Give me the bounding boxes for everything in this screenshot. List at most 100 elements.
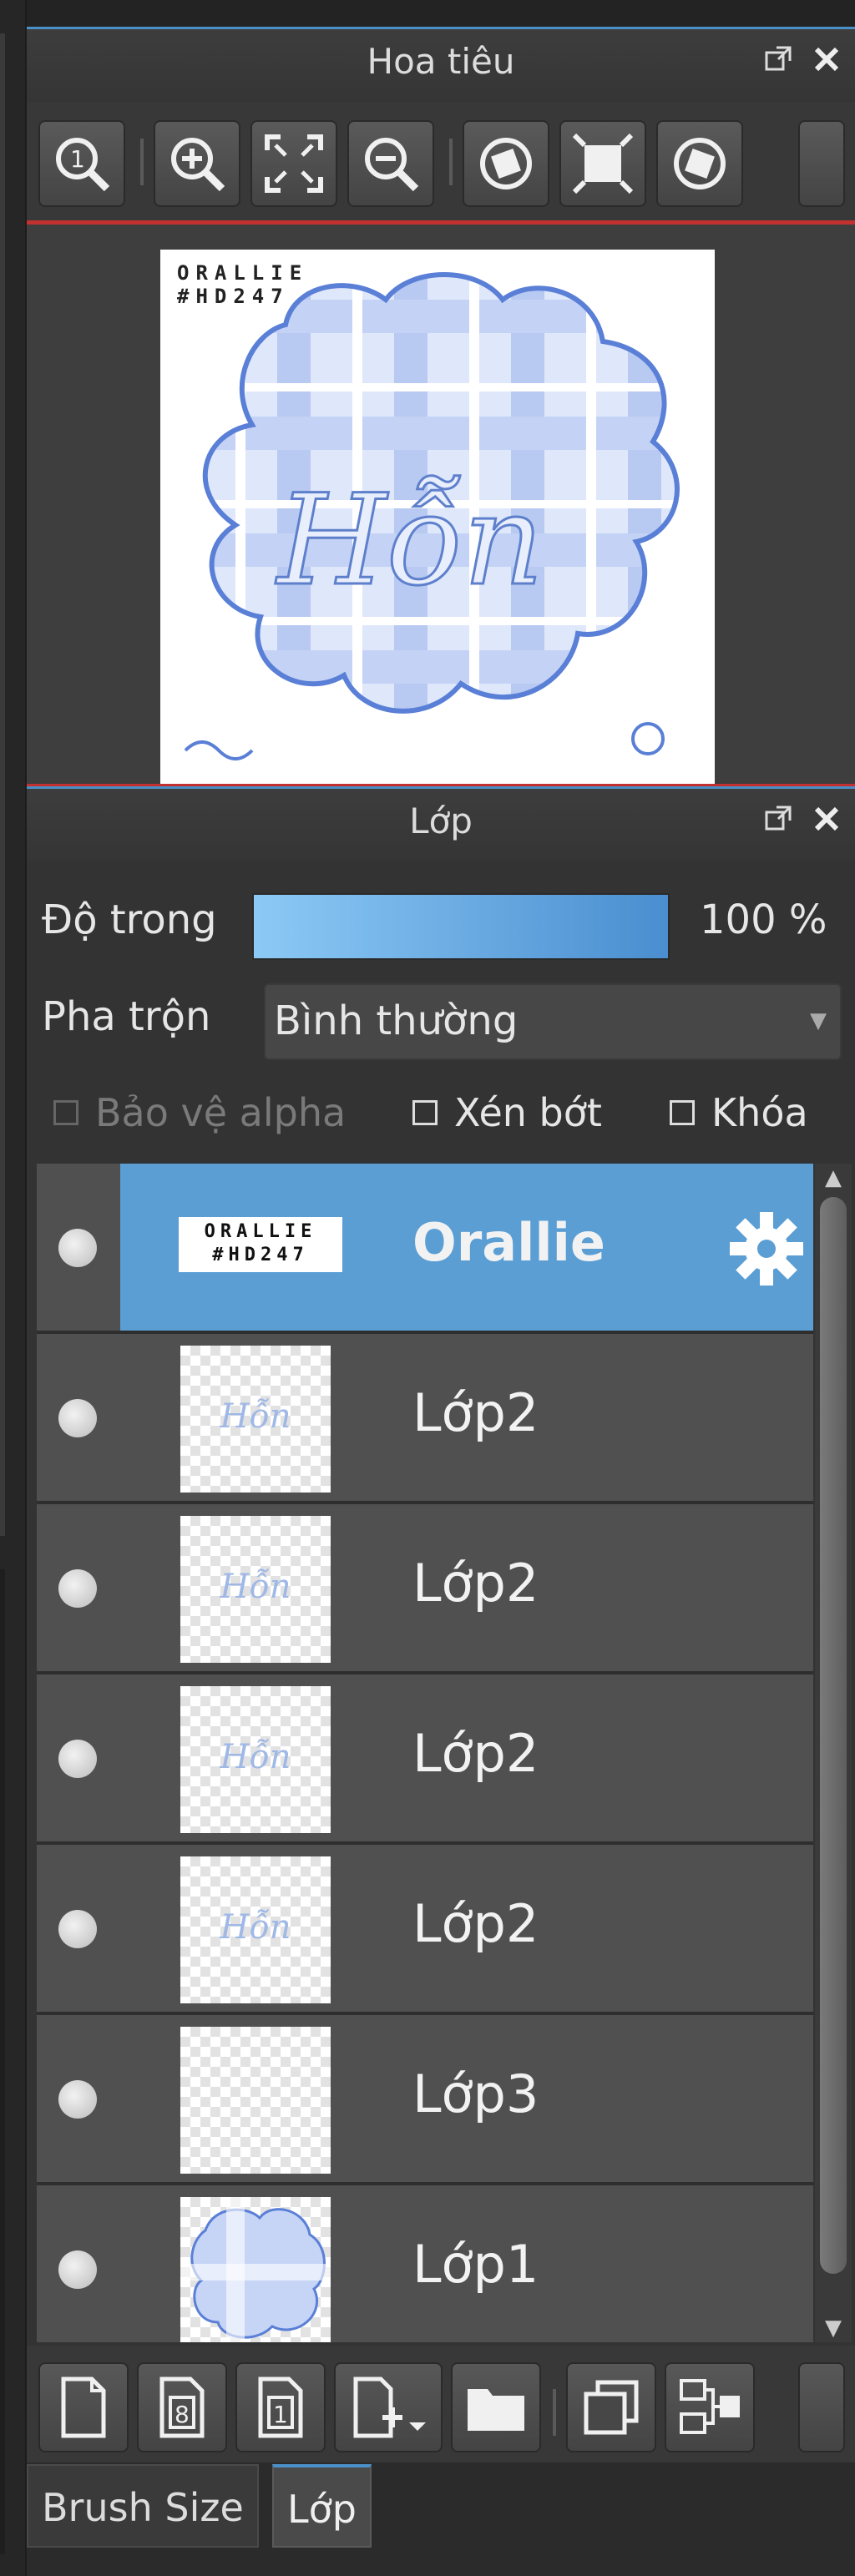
blend-row: Pha trộn Bình thường ▼ [27,977,855,1060]
top-bar [0,0,855,27]
visibility-cell [37,2185,120,2342]
checkbox-box [670,1100,695,1125]
layer-thumbnail: Hỗn [180,1686,331,1833]
layer-options-row: Bảo vệ alpha Xén bớt Khóa [27,1080,855,1147]
visibility-toggle-icon[interactable] [58,2250,97,2289]
new-layer-icon[interactable] [38,2362,129,2452]
scroll-thumb[interactable] [820,1197,847,2274]
navigator-titlebar: Hoa tiêu [27,27,855,102]
clip-label: Xén bớt [454,1090,602,1135]
scroll-down-icon[interactable]: ▼ [815,2314,852,2342]
thumb-watermark-2: #HD247 [212,1245,309,1265]
layer-row[interactable]: Hỗn Lớp2 [37,1845,813,2015]
toolbar-separator [449,139,453,185]
thumb-text: Hỗn [220,1738,291,1776]
toolbar-overflow[interactable] [798,120,845,207]
visibility-toggle-icon[interactable] [58,2080,97,2119]
layer-row[interactable]: ORALLIE #HD247 Orallie [37,1164,813,1334]
protect-alpha-label: Bảo vệ alpha [95,1090,347,1135]
visibility-toggle-icon[interactable] [58,1399,97,1437]
clip-checkbox[interactable]: Xén bớt [412,1090,602,1135]
blend-label: Pha trộn [42,993,211,1040]
layer-thumbnail [180,2027,331,2174]
lock-label: Khóa [711,1090,808,1135]
watermark-line-1: ORALLIE [177,261,309,285]
layer-thumb-art [180,2197,331,2342]
merge-layer-icon[interactable] [665,2362,755,2452]
canvas-title-text: Hỗn [275,468,544,614]
visibility-cell [37,1674,120,1841]
canvas-artwork: Hỗn [184,272,680,760]
layers-panel: Lớp Độ trong 100 % Pha trộn Bình thường … [27,786,855,2576]
dock-edge [0,33,5,1536]
layer-name: Lớp3 [412,2063,539,2124]
layers-titlebar: Lớp [27,786,855,861]
navigator-panel: Hoa tiêu 1 Hỗn ORALLIE #HD247 [27,27,855,788]
protect-alpha-checkbox[interactable]: Bảo vệ alpha [53,1090,346,1135]
layer-row[interactable]: Lớp1 [37,2185,813,2342]
rotate-left-icon[interactable] [463,120,549,207]
float-panel-icon[interactable] [761,44,795,78]
layer-name: Orallie [412,1212,605,1273]
watermark-line-2: #HD247 [177,285,290,308]
navigator-title: Hoa tiêu [367,41,515,82]
layer-row[interactable]: Hỗn Lớp2 [37,1334,813,1504]
close-icon[interactable] [810,804,843,837]
layer-row[interactable]: Hỗn Lớp2 [37,1504,813,1674]
checkbox-box [53,1100,78,1125]
opacity-slider[interactable] [252,893,670,960]
add-layer-menu-icon[interactable] [334,2362,443,2452]
layer-thumbnail: Hỗn [180,1346,331,1493]
blend-mode-select[interactable]: Bình thường ▼ [264,983,842,1060]
visibility-cell [37,1164,122,1331]
opacity-label: Độ trong [42,897,217,943]
visibility-toggle-icon[interactable] [58,1910,97,1948]
float-panel-icon[interactable] [761,804,795,837]
lock-checkbox[interactable]: Khóa [670,1090,808,1135]
zoom-reset-icon[interactable]: 1 [38,120,125,207]
toolbar-overflow[interactable] [798,2362,845,2452]
zoom-in-icon[interactable] [154,120,240,207]
canvas-watermark: ORALLIE #HD247 [177,261,308,308]
layer-name: Lớp2 [412,1893,539,1954]
layer-thumbnail [180,2197,331,2342]
layer-name: Lớp2 [412,1723,539,1784]
navigator-preview[interactable]: Hỗn ORALLIE #HD247 [27,220,855,788]
layer-thumbnail: Hỗn [180,1516,331,1663]
visibility-toggle-icon[interactable] [58,1740,97,1778]
gear-icon[interactable] [726,1209,807,1289]
checkbox-box [412,1100,438,1125]
visibility-toggle-icon[interactable] [58,1229,97,1267]
new-1bit-layer-icon[interactable]: 1 [235,2362,326,2452]
zoom-out-icon[interactable] [347,120,434,207]
layer-row[interactable]: Lớp3 [37,2015,813,2185]
visibility-toggle-icon[interactable] [58,1569,97,1608]
layer-list: ORALLIE #HD247 Orallie Hỗn Lớp2 Hỗn Lớp2… [37,1164,813,2342]
new-8bit-layer-icon[interactable]: 8 [137,2362,227,2452]
layer-list-scrollbar[interactable]: ▲ ▼ [815,1164,852,2342]
toolbar-separator [140,139,144,185]
canvas-thumbnail: Hỗn ORALLIE #HD247 [160,250,715,784]
layer-thumbnail: Hỗn [180,1856,331,2003]
duplicate-layer-icon[interactable] [566,2362,656,2452]
left-dock-strip [0,0,27,2576]
visibility-cell [37,1504,120,1671]
blend-mode-value: Bình thường [274,998,519,1044]
visibility-cell [37,2015,120,2182]
opacity-row: Độ trong 100 % [27,878,855,962]
scroll-up-icon[interactable]: ▲ [815,1164,852,1192]
fullscreen-icon[interactable] [559,120,646,207]
rotate-right-icon[interactable] [656,120,743,207]
close-icon[interactable] [810,44,843,78]
new-folder-icon[interactable] [451,2362,541,2452]
thumb-watermark-1: ORALLIE [204,1221,317,1242]
fit-screen-icon[interactable] [250,120,337,207]
tab-layers[interactable]: Lớp [272,2464,372,2548]
thumb-text: Hỗn [220,1568,291,1606]
toolbar-separator [553,2389,556,2436]
svg-text:8: 8 [175,2401,190,2428]
tab-brush-size[interactable]: Brush Size [27,2464,259,2548]
layer-row[interactable]: Hỗn Lớp2 [37,1674,813,1845]
layers-bottom-toolbar: 8 1 [27,2346,855,2471]
svg-text:1: 1 [70,145,85,173]
